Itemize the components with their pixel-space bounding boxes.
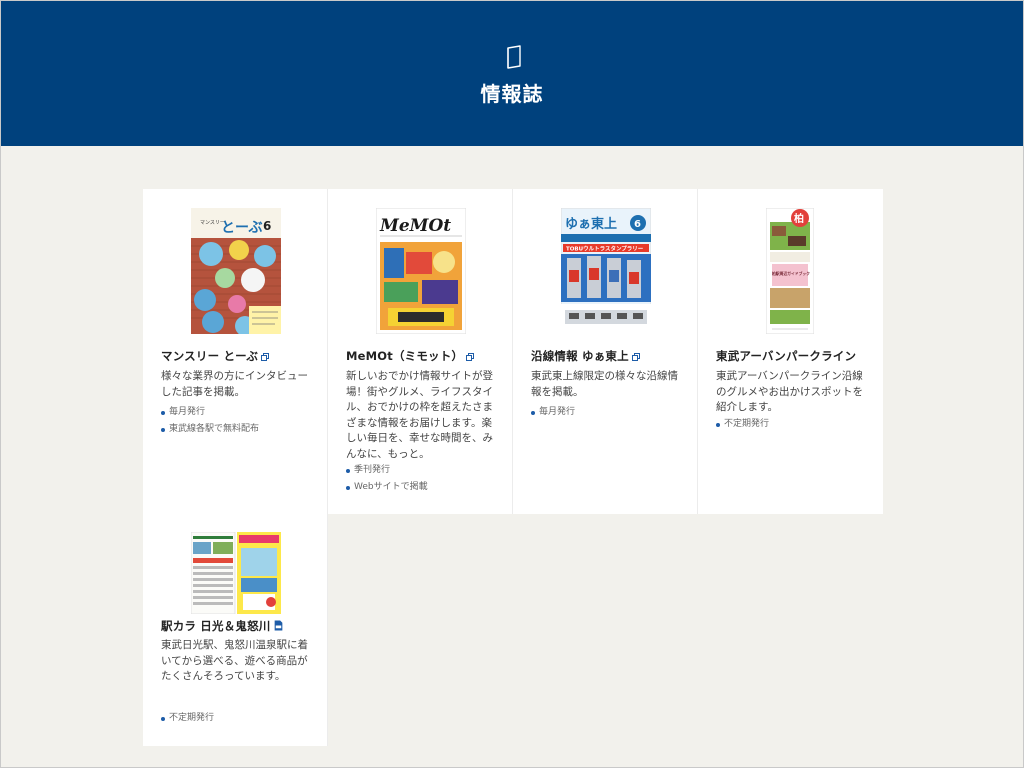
pdf-icon[interactable] [274, 620, 283, 631]
magazine-cover-image[interactable]: マンスリー とーぶ 6 [191, 208, 281, 334]
magazine-description: 東武アーバンパークライン沿線のグルメやお出かけスポットを紹介します。 [716, 370, 863, 413]
magazine-title[interactable]: 駅カラ 日光＆鬼怒川 [161, 618, 321, 634]
magazine-card: 柏 柏駅周辺ガイドブック 東武アーバンパークライン 東武アーバンパークライン沿線… [698, 189, 883, 514]
magazine-meta-list: 季刊発行 Webサイトで掲載 [346, 462, 506, 496]
meta-item: 東武線各駅で無料配布 [161, 421, 321, 438]
magazine-meta-list: 毎月発行 東武線各駅で無料配布 [161, 404, 321, 438]
external-link-icon[interactable] [466, 353, 475, 361]
magazine-cover-image[interactable]: MeMOt [376, 208, 466, 334]
meta-item: 毎月発行 [161, 404, 321, 421]
magazine-title-link[interactable]: マンスリー とーぶ [161, 349, 258, 363]
magazine-cover-image[interactable]: 柏 柏駅周辺ガイドブック [766, 208, 814, 334]
magazine-title-link[interactable]: 沿線情報 ゆぁ東上 [531, 349, 629, 363]
svg-text:柏: 柏 [794, 212, 804, 225]
meta-item: Webサイトで掲載 [346, 479, 506, 496]
magazine-title: 東武アーバンパークライン [716, 349, 857, 363]
page-title: 情報誌 [480, 82, 544, 106]
meta-item: 不定期発行 [161, 710, 321, 727]
external-link-icon[interactable] [631, 353, 640, 361]
svg-text:TOBUウルトラスタンプラリー: TOBUウルトラスタンプラリー [566, 245, 644, 253]
magazine-description: 新しいおでかけ情報サイトが登場！街やグルメ、ライフスタイル、おでかけの枠を超えた… [346, 370, 493, 460]
magazine-description: 東武日光駅、鬼怒川温泉駅に着いてから選べる、遊べる商品がたくさんそろっています。 [161, 639, 308, 682]
magazine-title-link[interactable]: MeMOt（ミモット） [346, 349, 463, 363]
magazine-description: 東武東上線限定の様々な沿線情報を掲載。 [531, 370, 678, 398]
magazine-meta-list: 毎月発行 [531, 404, 691, 421]
svg-text:とーぶ: とーぶ [221, 220, 262, 236]
page-header: 情報誌 [0, 0, 1024, 146]
magazine-cover-image[interactable] [191, 532, 281, 614]
meta-item: 毎月発行 [531, 404, 691, 421]
svg-text:ゆぁ東上: ゆぁ東上 [565, 216, 617, 232]
meta-item: 季刊発行 [346, 462, 506, 479]
magazine-meta-list: 不定期発行 [716, 416, 876, 433]
magazine-title-link[interactable]: 駅カラ 日光＆鬼怒川 [161, 619, 271, 633]
magazine-title[interactable]: MeMOt（ミモット） [346, 348, 506, 364]
svg-text:6: 6 [263, 219, 271, 233]
magazine-title[interactable]: マンスリー とーぶ [161, 348, 321, 364]
magazine-card: 駅カラ 日光＆鬼怒川 東武日光駅、鬼怒川温泉駅に着いてから選べる、遊べる商品がた… [143, 514, 328, 746]
magazine-card: MeMOt MeMOt（ミモット） 新しいおでかけ情報サイトが登場！街やグルメ、… [328, 189, 513, 514]
magazine-description: 様々な業界の方にインタビューした記事を掲載。 [161, 370, 308, 398]
magazine-title[interactable]: 沿線情報 ゆぁ東上 [531, 348, 691, 364]
magazine-card: ゆぁ東上 6 TOBUウルトラスタンプラリー 沿線情報 ゆぁ東上 東武東上線限定… [513, 189, 698, 514]
magazine-meta-list: 不定期発行 [161, 710, 321, 727]
svg-text:MeMOt: MeMOt [379, 216, 451, 236]
svg-text:柏駅周辺ガイドブック: 柏駅周辺ガイドブック [772, 271, 810, 276]
meta-item: 不定期発行 [716, 416, 876, 433]
magazine-card: マンスリー とーぶ 6 マンスリー とーぶ 様々な業界の方にインタビューした記事… [143, 189, 328, 514]
external-link-icon[interactable] [261, 353, 270, 361]
svg-text:6: 6 [634, 219, 641, 230]
magazine-cover-image[interactable]: ゆぁ東上 6 TOBUウルトラスタンプラリー [561, 208, 651, 334]
magazine-icon [507, 45, 521, 69]
